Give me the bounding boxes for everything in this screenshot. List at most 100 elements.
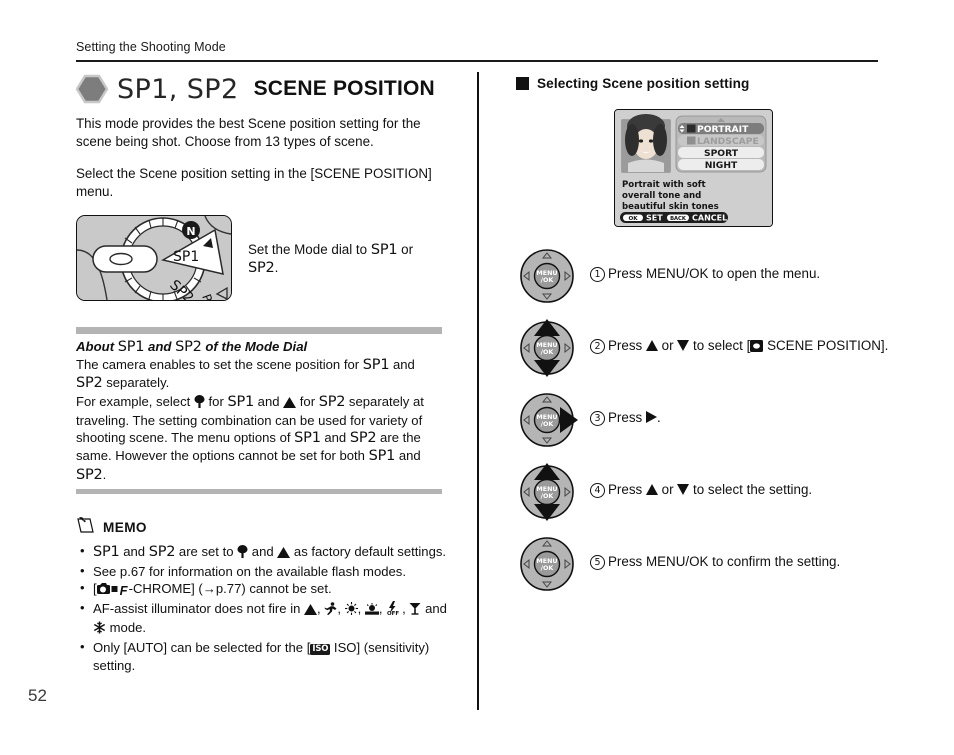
flash-off-icon: OFF [386, 600, 402, 620]
svg-text:Portrait with soft: Portrait with soft [622, 180, 706, 190]
menu-ok-pad: MENU /OK [516, 247, 578, 305]
mode-dial-caption: Set the Mode dial to SP1 or SP2. [248, 215, 413, 277]
step-2-c: to select [ [689, 338, 751, 353]
about-l1a: The camera enables to set the scene posi… [76, 357, 363, 372]
mountain-icon [277, 545, 291, 563]
memo-i3-joiner: and [421, 600, 447, 616]
tree-icon [237, 545, 248, 563]
step-3: MENU /OK 3 Press . [516, 391, 916, 449]
memo-i0-f: as factory default settings. [290, 544, 447, 560]
step-4-c: to select the setting. [689, 482, 813, 497]
mountain-icon [283, 395, 297, 412]
memo-i0-c: SP2 [148, 544, 176, 561]
dial-caption-sp2: SP2 [248, 260, 275, 276]
square-bullet-icon [516, 77, 529, 90]
memo-i0-b: and [119, 544, 149, 560]
step-number: 4 [590, 483, 605, 498]
about-title-post: of the Mode Dial [201, 339, 308, 354]
intro-paragraph: This mode provides the best Scene positi… [76, 116, 421, 149]
scene-position-icon [750, 339, 764, 357]
triangle-down-icon [677, 340, 690, 351]
step-2-d: SCENE POSITION]. [763, 338, 889, 353]
right-section-title: Selecting Scene position setting [537, 76, 750, 91]
about-title-pre: About [76, 339, 118, 354]
memo-i0-a: SP1 [93, 544, 120, 561]
step-1-text: 1 Press MENU/OK to open the menu. [590, 247, 820, 283]
cocktail-glass-icon [409, 602, 421, 620]
step-5-label: Press MENU/OK to confirm the setting. [608, 554, 841, 569]
step-3-b: . [656, 410, 661, 425]
svg-text:LANDSCAPE: LANDSCAPE [697, 136, 759, 147]
about-l2-sp4: SP2 [349, 430, 377, 447]
svg-text:beautiful skin tones: beautiful skin tones [622, 202, 719, 212]
step-4-b: or [657, 482, 678, 497]
manual-page: Setting the Shooting Mode SP1, SP2 SCENE… [0, 0, 954, 755]
page-number: 52 [28, 686, 47, 705]
svg-text:N: N [186, 225, 195, 238]
left-column: SP1, SP2 SCENE POSITION This mode provid… [75, 72, 447, 674]
steps-list: MENU /OK 1 Press MENU/OK to open the menu… [516, 247, 916, 593]
svg-text:/OK: /OK [541, 420, 555, 428]
step-2-a: Press [608, 338, 646, 353]
memo-i0-d: are set to [175, 544, 238, 560]
about-l2-sp1: SP1 [227, 393, 255, 410]
triangle-up-icon [645, 340, 658, 351]
instruction-paragraph: Select the Scene position setting in the… [76, 166, 432, 199]
page-title: SCENE POSITION [253, 77, 435, 100]
about-l1-sp2: SP2 [76, 375, 103, 392]
step-4-text: 4 Press or to select the setting. [590, 463, 812, 499]
svg-text:overall tone and: overall tone and [622, 191, 701, 201]
menu-ok-pad: MENU /OK [516, 463, 578, 521]
about-l1c: separately. [102, 375, 170, 391]
svg-text:SET: SET [646, 213, 663, 222]
menu-ok-pad: MENU /OK [516, 391, 578, 449]
dial-caption-mid: or [397, 242, 414, 257]
about-l2d: for [296, 393, 319, 409]
camera-chrome-icon [96, 582, 119, 600]
step-5-text: 5 Press MENU/OK to confirm the setting. [590, 535, 840, 571]
about-l2h: and [395, 448, 421, 464]
step-2-b: or [657, 338, 678, 353]
step-1-label: Press MENU/OK to open the menu. [608, 266, 821, 281]
about-l2-sp6: SP2 [76, 466, 103, 483]
about-l2c: and [254, 393, 284, 409]
f-chrome-icon: F [119, 583, 128, 599]
about-top-bar [76, 327, 442, 334]
svg-text:SP1: SP1 [173, 249, 199, 265]
about-l2f: and [320, 430, 350, 446]
heading-mode-marks: SP1, SP2 [117, 73, 239, 105]
memo-note-icon [76, 516, 95, 539]
step-3-text: 3 Press . [590, 391, 661, 427]
step-5: MENU /OK 5 Press MENU/OK to confirm the s… [516, 535, 916, 593]
svg-text:/OK: /OK [541, 348, 555, 356]
about-l1b: and [389, 357, 415, 372]
triangle-down-icon [677, 484, 690, 495]
list-item: AF-assist illuminator does not fire in ,… [76, 599, 456, 639]
dial-caption-sp1: SP1 [370, 242, 398, 258]
hexagon-mode-icon [75, 74, 109, 104]
sunset-icon [364, 602, 379, 620]
step-number: 3 [590, 411, 605, 426]
portrait-photo-thumbnail [621, 114, 671, 173]
list-item: See p.67 for information on the availabl… [76, 562, 456, 581]
about-box: About SP1 and SP2 of the Mode Dial The c… [76, 327, 446, 495]
memo-i4-pre: Only [AUTO] can be selected for the [ [93, 640, 311, 656]
list-item: [F-CHROME] (→p.77) cannot be set. [76, 579, 456, 600]
memo-i3-post: mode. [106, 620, 147, 636]
dial-caption-post: . [274, 260, 279, 275]
step-number: 5 [590, 555, 605, 570]
right-section-heading: Selecting Scene position setting [516, 76, 916, 91]
step-3-a: Press [608, 410, 646, 425]
svg-text:/OK: /OK [541, 564, 555, 572]
memo-box: MEMO SP1 and SP2 are set to and as facto… [76, 516, 456, 674]
about-title: About SP1 and SP2 of the Mode Dial [76, 339, 442, 355]
about-title-mid: and [144, 339, 176, 354]
about-title-sp1: SP1 [117, 339, 145, 355]
menu-ok-pad: MENU /OK [516, 535, 578, 593]
svg-text:/OK: /OK [541, 276, 555, 284]
step-4: MENU /OK 4 Press or to select the setting… [516, 463, 916, 521]
list-item: Only [AUTO] can be selected for the [ISO… [76, 638, 456, 674]
svg-text:SPORT: SPORT [704, 148, 739, 159]
svg-text:OK: OK [628, 216, 638, 222]
dial-caption-pre: Set the Mode dial to [248, 242, 371, 257]
